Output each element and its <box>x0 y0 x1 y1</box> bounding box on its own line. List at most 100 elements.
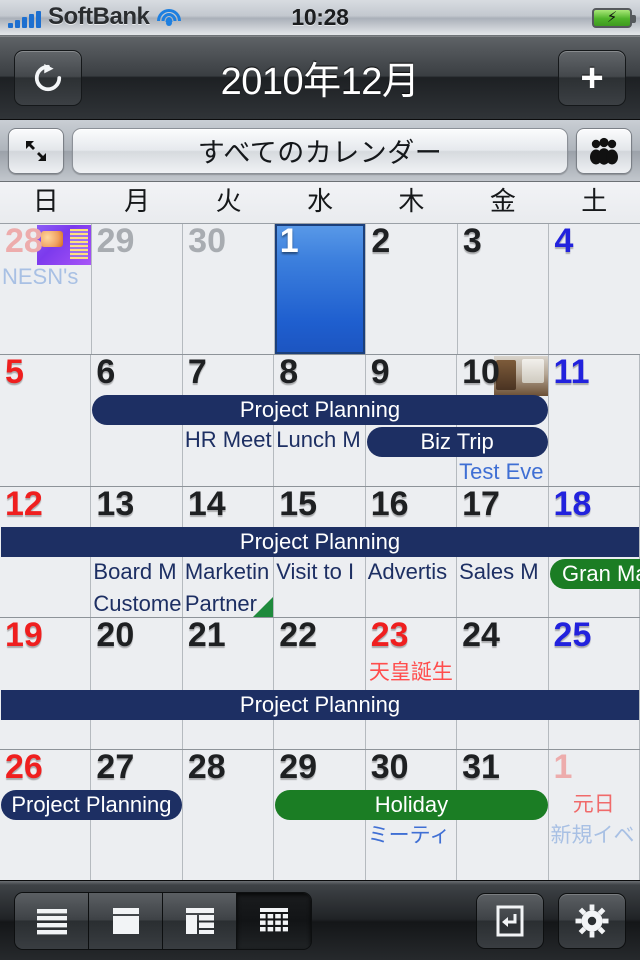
bottom-toolbar-right <box>476 892 626 949</box>
day-number: 20 <box>96 618 135 655</box>
event-bar[interactable]: Project Planning <box>1 789 182 820</box>
day-cell[interactable]: 4 <box>549 224 640 355</box>
battery-charging-icon: ⚡ <box>592 7 636 28</box>
add-event-button[interactable]: + <box>558 49 626 106</box>
weekday-sat: 土 <box>581 187 608 217</box>
event-label[interactable]: 新規イベ <box>549 822 639 848</box>
day-cell[interactable]: 3 <box>457 224 550 355</box>
event-label[interactable]: Test Eve <box>457 459 547 485</box>
day-number: 14 <box>187 486 226 523</box>
event-bar[interactable]: Gran Ma <box>549 558 640 589</box>
refresh-button[interactable] <box>14 49 82 106</box>
day-number: 29 <box>96 224 135 260</box>
list-view-button[interactable] <box>15 892 89 949</box>
event-bar[interactable]: Project Planning <box>92 395 548 426</box>
day-number: 27 <box>96 749 135 786</box>
day-cell[interactable]: 22 <box>274 618 366 749</box>
day-number: 16 <box>370 486 409 523</box>
day-cell[interactable]: 29 <box>91 224 184 355</box>
day-number: 17 <box>462 486 500 523</box>
weekday-mon: 月 <box>124 187 151 217</box>
day-number: 23 <box>370 618 409 655</box>
event-label[interactable]: Visit to I <box>274 559 364 585</box>
day-number: 21 <box>187 618 226 655</box>
calendar-week-row: 28 NESN's 29 30 1 2 3 4 <box>0 224 640 356</box>
bottom-toolbar <box>0 880 640 960</box>
nav-bar: 2010年12月 + <box>0 36 640 120</box>
event-thumbnail-image <box>493 356 548 397</box>
event-bar[interactable]: Project Planning <box>1 690 639 721</box>
day-number: 11 <box>553 355 590 392</box>
weekday-wed: 水 <box>306 187 333 217</box>
day-cell[interactable]: 1 <box>274 224 367 355</box>
month-view-button[interactable] <box>237 892 311 949</box>
clock-label: 10:28 <box>291 4 349 30</box>
page-title: 2010年12月 <box>220 61 420 103</box>
calendar-grid[interactable]: 28 NESN's 29 30 1 2 3 4 5 6 7 HR Meet 8 Lunch M 9 10 Tes… <box>0 224 640 881</box>
day-number: 19 <box>5 618 43 655</box>
day-cell[interactable]: 5 <box>0 355 92 486</box>
calendar-app: SoftBank 10:28 ⚡ 2010年12月 + すべてのカレンダー 日 … <box>0 0 640 960</box>
day-number: 28 <box>187 749 226 786</box>
event-label[interactable]: Custome <box>91 591 181 617</box>
day-cell[interactable]: 20 <box>91 618 183 749</box>
day-number: 25 <box>553 618 592 655</box>
event-bar[interactable]: Biz Trip <box>366 427 548 458</box>
event-bar[interactable]: Project Planning <box>1 526 639 557</box>
day-cell[interactable]: 2 <box>366 224 458 355</box>
day-number: 28 <box>5 224 43 260</box>
day-number: 13 <box>96 486 135 523</box>
holiday-label: 天皇誕生 <box>368 660 453 685</box>
day-cell[interactable]: 24 <box>457 618 549 749</box>
event-label[interactable]: HR Meet <box>183 427 273 453</box>
weekday-sun: 日 <box>32 187 59 217</box>
day-number: 1 <box>553 749 573 786</box>
day-number: 30 <box>370 749 409 786</box>
calendar-selector-label: すべてのカレンダー <box>197 138 443 168</box>
people-group-icon <box>590 137 618 165</box>
event-label[interactable]: NESN's <box>0 264 91 290</box>
day-number: 29 <box>279 749 318 786</box>
weekday-tue: 火 <box>215 187 242 217</box>
event-label[interactable]: Sales M <box>457 559 547 585</box>
day-number: 26 <box>5 749 43 786</box>
day-cell[interactable]: 21 <box>182 618 275 749</box>
weekday-fri: 金 <box>489 187 516 217</box>
expand-button[interactable] <box>8 127 64 174</box>
day-number: 8 <box>279 355 299 392</box>
day-number: 3 <box>462 224 482 260</box>
day-cell[interactable]: 1 元日 新規イベ <box>548 749 640 881</box>
view-segmented-control[interactable] <box>14 891 312 950</box>
day-view-button[interactable] <box>89 892 163 949</box>
more-events-indicator[interactable] <box>253 597 274 618</box>
day-cell[interactable]: 28 NESN's <box>0 224 92 355</box>
day-cell[interactable]: 30 <box>183 224 275 355</box>
event-label[interactable]: Marketin <box>183 559 273 585</box>
day-cell[interactable]: 28 <box>182 749 275 881</box>
day-number: 5 <box>5 355 24 392</box>
day-icon <box>112 907 139 934</box>
weekday-header-row: 日 月 火 水 木 金 土 <box>0 182 640 224</box>
day-cell[interactable]: 25 <box>548 618 640 749</box>
event-label[interactable]: Advertis <box>366 559 456 585</box>
event-label[interactable]: Lunch M <box>274 427 364 453</box>
event-label[interactable]: ミーティ <box>366 822 456 848</box>
day-cell[interactable]: 11 <box>548 355 640 486</box>
day-cell[interactable]: 23 天皇誕生 <box>365 618 458 749</box>
event-label[interactable]: Board M <box>91 559 181 585</box>
day-cell[interactable]: 19 <box>0 618 92 749</box>
expand-arrows-icon <box>26 140 46 161</box>
day-number: 12 <box>5 486 43 523</box>
calendar-selector-button[interactable]: すべてのカレンダー <box>72 127 568 174</box>
event-bar[interactable]: Holiday <box>275 789 548 820</box>
day-number: 6 <box>96 355 116 392</box>
calendar-week-row: 12 13 Board M Custome 14 Marketin Partner 15 Vis… <box>0 486 640 619</box>
month-grid-icon <box>260 907 288 931</box>
day-number: 1 <box>279 224 299 260</box>
today-button[interactable] <box>476 892 544 949</box>
day-number: 9 <box>370 355 390 392</box>
sub-toolbar: すべてのカレンダー <box>0 120 640 182</box>
settings-button[interactable] <box>558 892 626 949</box>
week-view-button[interactable] <box>163 892 237 949</box>
people-button[interactable] <box>576 127 632 174</box>
